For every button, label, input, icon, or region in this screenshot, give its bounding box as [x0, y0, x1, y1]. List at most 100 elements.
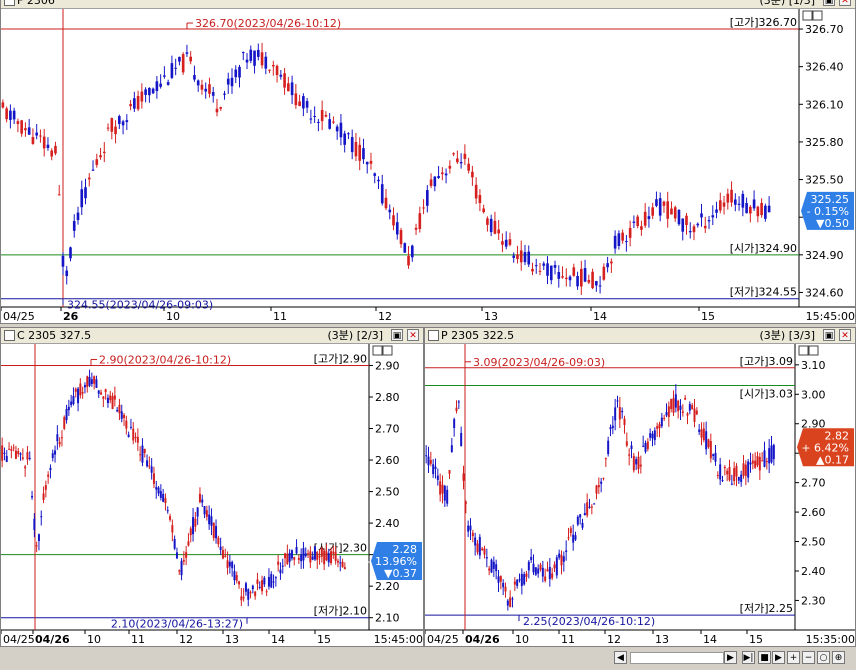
candle-body — [343, 567, 346, 570]
candle-body — [39, 135, 42, 137]
candle-body — [587, 279, 591, 283]
candle-body — [497, 576, 500, 583]
candle-body — [617, 233, 621, 247]
badge-change: ▼0.50 — [816, 217, 849, 230]
candle-body — [625, 241, 628, 243]
candle-body — [639, 464, 642, 467]
panel-checkbox[interactable] — [4, 0, 15, 6]
candle-body — [1, 102, 5, 108]
candle-body — [602, 477, 605, 479]
candle-body — [658, 424, 661, 429]
panel-titlebar[interactable]: C 2305 327.5 (3분) [2/3] ▣ ✕ — [1, 328, 423, 344]
axis-mini-button[interactable] — [808, 345, 819, 356]
candle-body — [65, 270, 69, 277]
candle-body — [58, 441, 61, 445]
candle-body — [425, 455, 428, 457]
candle-body — [707, 439, 710, 448]
candle-body — [224, 555, 227, 557]
candle-body — [27, 127, 31, 135]
candle-body — [471, 171, 474, 178]
candle-body — [564, 277, 568, 280]
scroll-left-button[interactable]: ◀ — [614, 651, 627, 664]
scroll-right-button[interactable]: ▶ — [724, 651, 737, 664]
candle-body — [235, 575, 238, 581]
stop-icon[interactable]: ■ — [758, 651, 771, 664]
candle-body — [667, 406, 670, 418]
candle-body — [703, 225, 707, 229]
candlestick-chart[interactable]: 326.70326.40326.10325.80325.50325.20324.… — [1, 9, 856, 324]
panel-close-button[interactable]: ✕ — [839, 0, 851, 6]
candle-body — [558, 553, 561, 558]
axis-mini-button[interactable] — [372, 345, 383, 356]
candle-body — [595, 281, 598, 286]
axis-mini-button[interactable] — [798, 345, 809, 356]
candle-body — [302, 548, 305, 561]
panel-maximize-button[interactable]: ▣ — [823, 329, 835, 341]
candle-body — [471, 532, 474, 537]
candle-body — [588, 506, 591, 508]
candle-body — [530, 556, 533, 561]
candle-body — [685, 215, 688, 226]
x-tick-label: 14 — [703, 633, 717, 646]
candle-body — [597, 484, 600, 488]
candle-body — [215, 108, 219, 113]
panel-maximize-button[interactable]: ▣ — [391, 329, 403, 341]
zoom-fit-icon[interactable]: ⊕ — [832, 651, 845, 664]
candle-body — [17, 451, 20, 454]
candle-body — [69, 247, 72, 259]
candlestick-chart[interactable]: 2.902.802.702.602.502.402.302.202.1004/2… — [1, 344, 424, 647]
candlestick-chart[interactable]: 3.103.002.902.802.702.602.502.402.3004/2… — [425, 344, 856, 647]
candle-body — [728, 466, 731, 481]
candle-body — [716, 474, 719, 476]
axis-mini-button[interactable] — [812, 10, 823, 21]
candle-body — [749, 206, 752, 214]
panel-interval: (3분) [1/3] — [759, 0, 815, 7]
jump-end-button[interactable]: ▶| — [742, 651, 755, 664]
candle-body — [260, 52, 264, 66]
candle-body — [323, 550, 326, 565]
candle-body — [516, 254, 519, 260]
axis-mini-button[interactable] — [802, 10, 813, 21]
candle-body — [462, 473, 465, 481]
panel-titlebar[interactable]: F 2306 (3분) [1/3] ▣ ✕ — [1, 0, 855, 9]
candle-body — [272, 581, 275, 583]
panel-checkbox[interactable] — [4, 330, 15, 341]
x-tick-label: 10 — [166, 310, 180, 323]
low-label: [저가]2.25 — [740, 602, 793, 615]
candle-body — [60, 437, 63, 439]
candle-body — [151, 88, 155, 94]
candle-body — [238, 66, 241, 78]
candle-body — [502, 582, 505, 588]
candle-body — [542, 263, 546, 266]
panel-titlebar[interactable]: P 2305 322.5 (3분) [3/3] ▣ ✕ — [425, 328, 855, 344]
candle-body — [211, 92, 215, 96]
candle-body — [380, 184, 384, 204]
x-tick-label: 13 — [225, 633, 239, 646]
scroll-track[interactable] — [630, 652, 724, 664]
zoom-in-icon[interactable]: + — [787, 651, 800, 664]
candle-body — [155, 81, 159, 92]
candle-body — [170, 63, 174, 78]
zoom-out-icon[interactable]: − — [802, 651, 815, 664]
candle-body — [87, 177, 91, 180]
candle-body — [734, 199, 737, 205]
candle-body — [756, 206, 760, 217]
candle-body — [174, 67, 177, 69]
axis-mini-button[interactable] — [382, 345, 393, 356]
candle-body — [290, 82, 294, 96]
candle-body — [448, 470, 451, 474]
panel-close-button[interactable]: ✕ — [839, 329, 851, 341]
panel-checkbox[interactable] — [428, 330, 439, 341]
candle-body — [215, 526, 218, 539]
candle-body — [293, 557, 296, 560]
panel-close-button[interactable]: ✕ — [407, 329, 419, 341]
candle-body — [365, 161, 369, 165]
zoom-reset-icon[interactable]: ○ — [817, 651, 830, 664]
candle-body — [14, 450, 17, 459]
panel-maximize-button[interactable]: ▣ — [823, 0, 835, 6]
candle-body — [553, 265, 557, 268]
goto-end-button[interactable]: ▶ — [772, 651, 785, 664]
candle-body — [715, 209, 718, 213]
candle-body — [67, 406, 70, 411]
candle-body — [686, 413, 689, 416]
